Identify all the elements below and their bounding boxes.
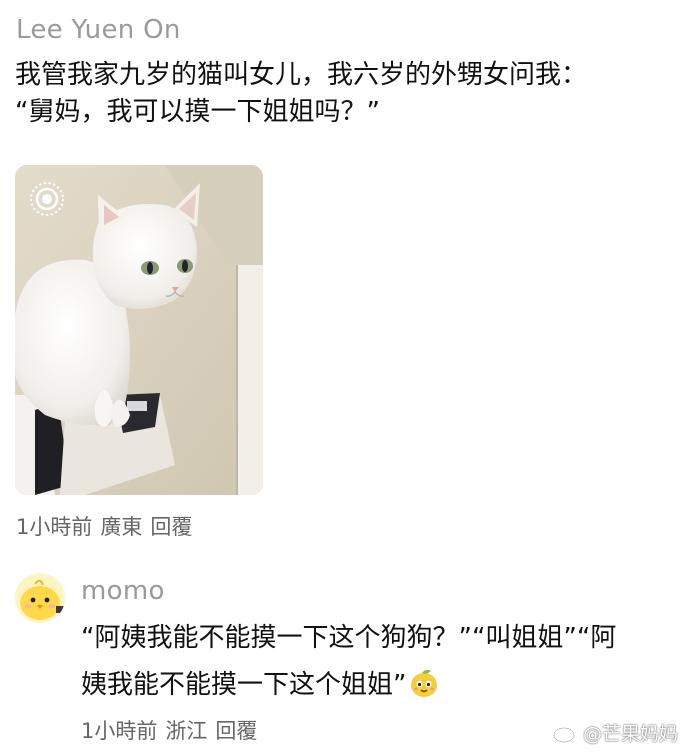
comment-meta: 1小時前 廣東 回覆 — [16, 511, 200, 541]
chick-avatar-icon — [15, 573, 65, 623]
watermark: @芒果妈妈 — [553, 719, 678, 746]
cat-photo[interactable] — [15, 165, 263, 495]
comment-username[interactable]: Lee Yuen On — [16, 15, 181, 45]
comment-location: 浙江 — [165, 719, 208, 743]
comment-text-line: “舅妈，我可以摸一下姐姐吗？” — [15, 97, 380, 127]
comment-meta: 1小時前 浙江 回覆 — [81, 715, 265, 745]
comment-time: 1小時前 — [16, 515, 93, 539]
live-photo-icon — [30, 182, 64, 216]
avatar[interactable] — [15, 573, 65, 623]
reply-button[interactable]: 回覆 — [150, 515, 192, 539]
comment-location: 廣東 — [100, 515, 143, 539]
comment-text-line: 姨我能不能摸一下这个姐姐” — [81, 662, 681, 709]
comment-text: “阿姨我能不能摸一下这个狗狗？”“叫姐姐”“阿 姨我能不能摸一下这个姐姐” — [81, 615, 681, 709]
comment-time: 1小時前 — [81, 719, 158, 743]
comment-text-segment: 姨我能不能摸一下这个姐姐” — [81, 670, 407, 700]
watermark-text: @芒果妈妈 — [582, 723, 678, 745]
reply-button[interactable]: 回覆 — [215, 719, 257, 743]
comment-username[interactable]: momo — [81, 576, 165, 606]
comment-text: 我管我家九岁的猫叫女儿，我六岁的外甥女问我： “舅妈，我可以摸一下姐姐吗？” — [15, 57, 685, 131]
mango-emoji-icon — [411, 669, 438, 697]
weibo-logo-icon — [553, 724, 578, 743]
comment-text-line: 我管我家九岁的猫叫女儿，我六岁的外甥女问我： — [15, 60, 588, 90]
comment-text-line: “阿姨我能不能摸一下这个狗狗？”“叫姐姐”“阿 — [81, 623, 617, 653]
